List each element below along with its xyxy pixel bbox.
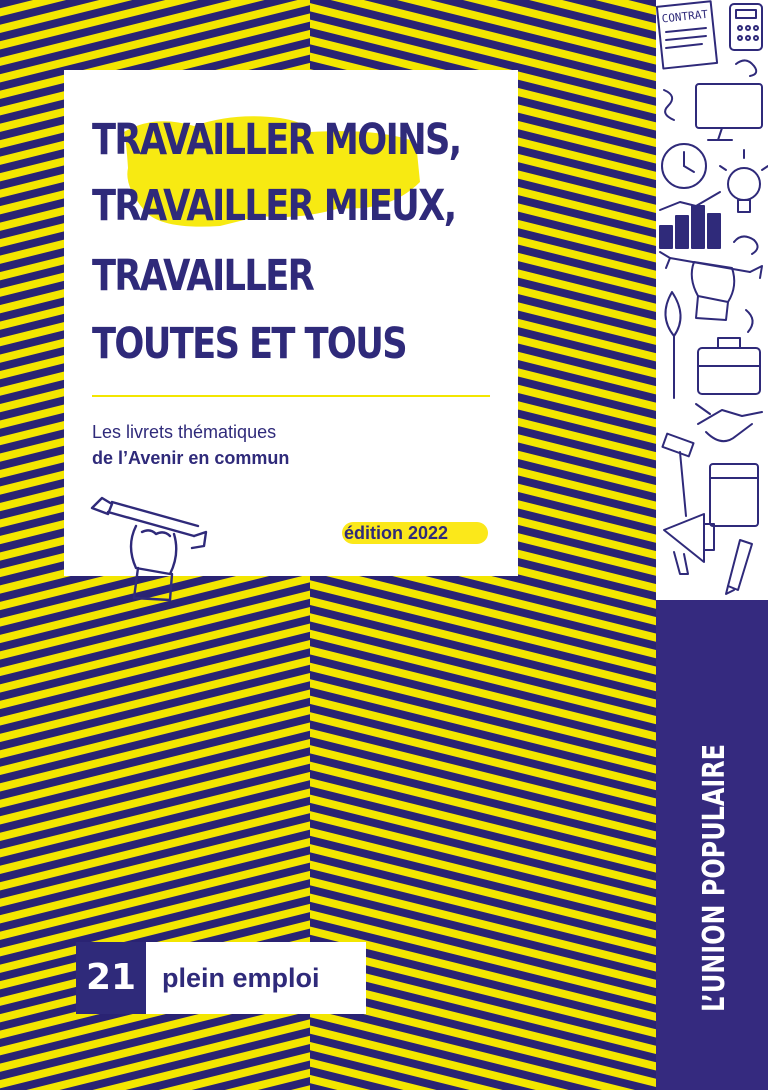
bar-chart-icon — [659, 205, 721, 249]
monitor-icon — [695, 83, 763, 141]
subtitle-line-1: Les livrets thématiques — [92, 422, 277, 442]
subtitle-line-2: de l’Avenir en commun — [92, 448, 290, 468]
edition-label: édition 2022 — [342, 520, 488, 546]
handshake-icon — [695, 403, 763, 443]
title-card: TRAVAILLER MOINS, TRAVAILLER MIEUX, TRAV… — [64, 70, 518, 602]
title-line-4: TOUTES ET TOUS — [92, 319, 408, 369]
lightbulb-icon — [719, 149, 768, 213]
pencil-icon — [725, 539, 753, 595]
booklet-badge: 21 plein emploi — [76, 942, 366, 1014]
folder-icon — [709, 463, 759, 527]
calculator-icon — [729, 3, 763, 51]
publisher-wordmark: L’UNION POPULAIRE — [697, 744, 732, 1012]
booklet-topic: plein emploi — [146, 942, 366, 1014]
title-divider — [92, 395, 490, 397]
hammer-icon — [661, 432, 695, 517]
briefcase-icon — [697, 337, 761, 395]
fist-wrench-icon — [90, 496, 208, 602]
booklet-number: 21 — [76, 942, 146, 1014]
edition-text: édition 2022 — [344, 523, 449, 543]
whisk-icon — [664, 291, 682, 399]
svg-text:L’UNION POPULAIRE: L’UNION POPULAIRE — [697, 744, 732, 1012]
clock-icon — [661, 143, 707, 189]
title-line-2: TRAVAILLER MIEUX, — [92, 181, 457, 231]
work-doodles-illustration: CONTRAT — [656, 0, 768, 600]
megaphone-icon — [663, 513, 715, 575]
svg-text:CONTRAT: CONTRAT — [661, 8, 709, 26]
title-line-3: TRAVAILLER — [92, 251, 315, 301]
title-line-1: TRAVAILLER MOINS, — [92, 115, 462, 165]
